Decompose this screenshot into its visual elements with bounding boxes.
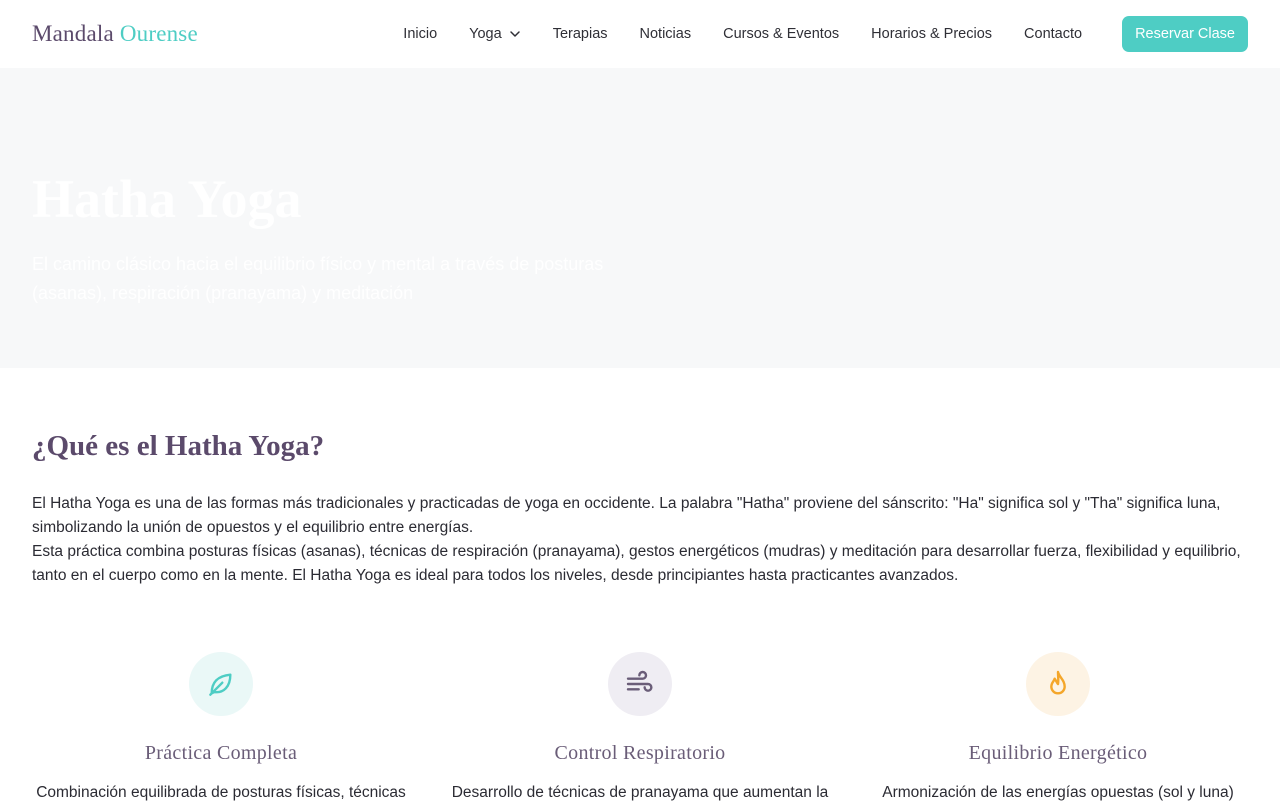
hero-banner: Hatha Yoga El camino clásico hacia el eq… — [0, 68, 1280, 368]
feature-icon-circle — [1026, 652, 1090, 716]
feature-title: Control Respiratorio — [554, 742, 726, 764]
nav-item-contacto[interactable]: Contacto — [1024, 26, 1082, 42]
nav-item-yoga-label: Yoga — [469, 26, 502, 42]
feature-description: Combinación equilibrada de posturas físi… — [36, 784, 406, 801]
feature-description: Armonización de las energías opuestas (s… — [882, 784, 1234, 801]
logo[interactable]: Mandala Ourense — [32, 21, 198, 47]
site-header: Mandala Ourense Inicio Yoga Terapias Not… — [0, 0, 1280, 68]
nav-item-yoga[interactable]: Yoga — [469, 26, 521, 42]
feature-title: Equilibrio Energético — [968, 742, 1148, 764]
nav-item-terapias[interactable]: Terapias — [553, 26, 608, 42]
logo-part-mandala: Mandala — [32, 21, 114, 46]
feature-description: Desarrollo de técnicas de pranayama que … — [451, 784, 829, 801]
flame-icon — [1050, 670, 1066, 695]
main-nav: Inicio Yoga Terapias Noticias Cursos & E… — [403, 16, 1248, 52]
feature-control-respiratorio: Control Respiratorio Desarrollo de técni… — [440, 652, 840, 805]
reservar-clase-button[interactable]: Reservar Clase — [1122, 16, 1248, 52]
feature-practica-completa: Práctica Completa Combinación equilibrad… — [21, 652, 421, 805]
logo-part-ourense: Ourense — [119, 21, 198, 46]
feature-icon-circle — [608, 652, 672, 716]
about-paragraph-2: Esta práctica combina posturas físicas (… — [32, 543, 1241, 584]
about-paragraph-1: El Hatha Yoga es una de las formas más t… — [32, 495, 1221, 536]
hero-title: Hatha Yoga — [32, 169, 302, 229]
nav-item-inicio[interactable]: Inicio — [403, 26, 437, 42]
nav-item-horarios-precios[interactable]: Horarios & Precios — [871, 26, 992, 42]
chevron-down-icon — [509, 31, 520, 37]
about-text: El Hatha Yoga es una de las formas más t… — [32, 492, 1248, 588]
nav-item-noticias[interactable]: Noticias — [640, 26, 692, 42]
wind-icon — [626, 670, 653, 692]
feature-equilibrio-energetico: Equilibrio Energético Armonización de la… — [858, 652, 1258, 805]
hero-subtitle: El camino clásico hacia el equilibrio fí… — [32, 254, 604, 303]
about-title: ¿Qué es el Hatha Yoga? — [32, 430, 325, 462]
nav-item-cursos-eventos[interactable]: Cursos & Eventos — [723, 26, 839, 42]
feature-icon-circle — [189, 652, 253, 716]
feature-title: Práctica Completa — [144, 742, 298, 764]
leaf-icon — [209, 673, 232, 696]
